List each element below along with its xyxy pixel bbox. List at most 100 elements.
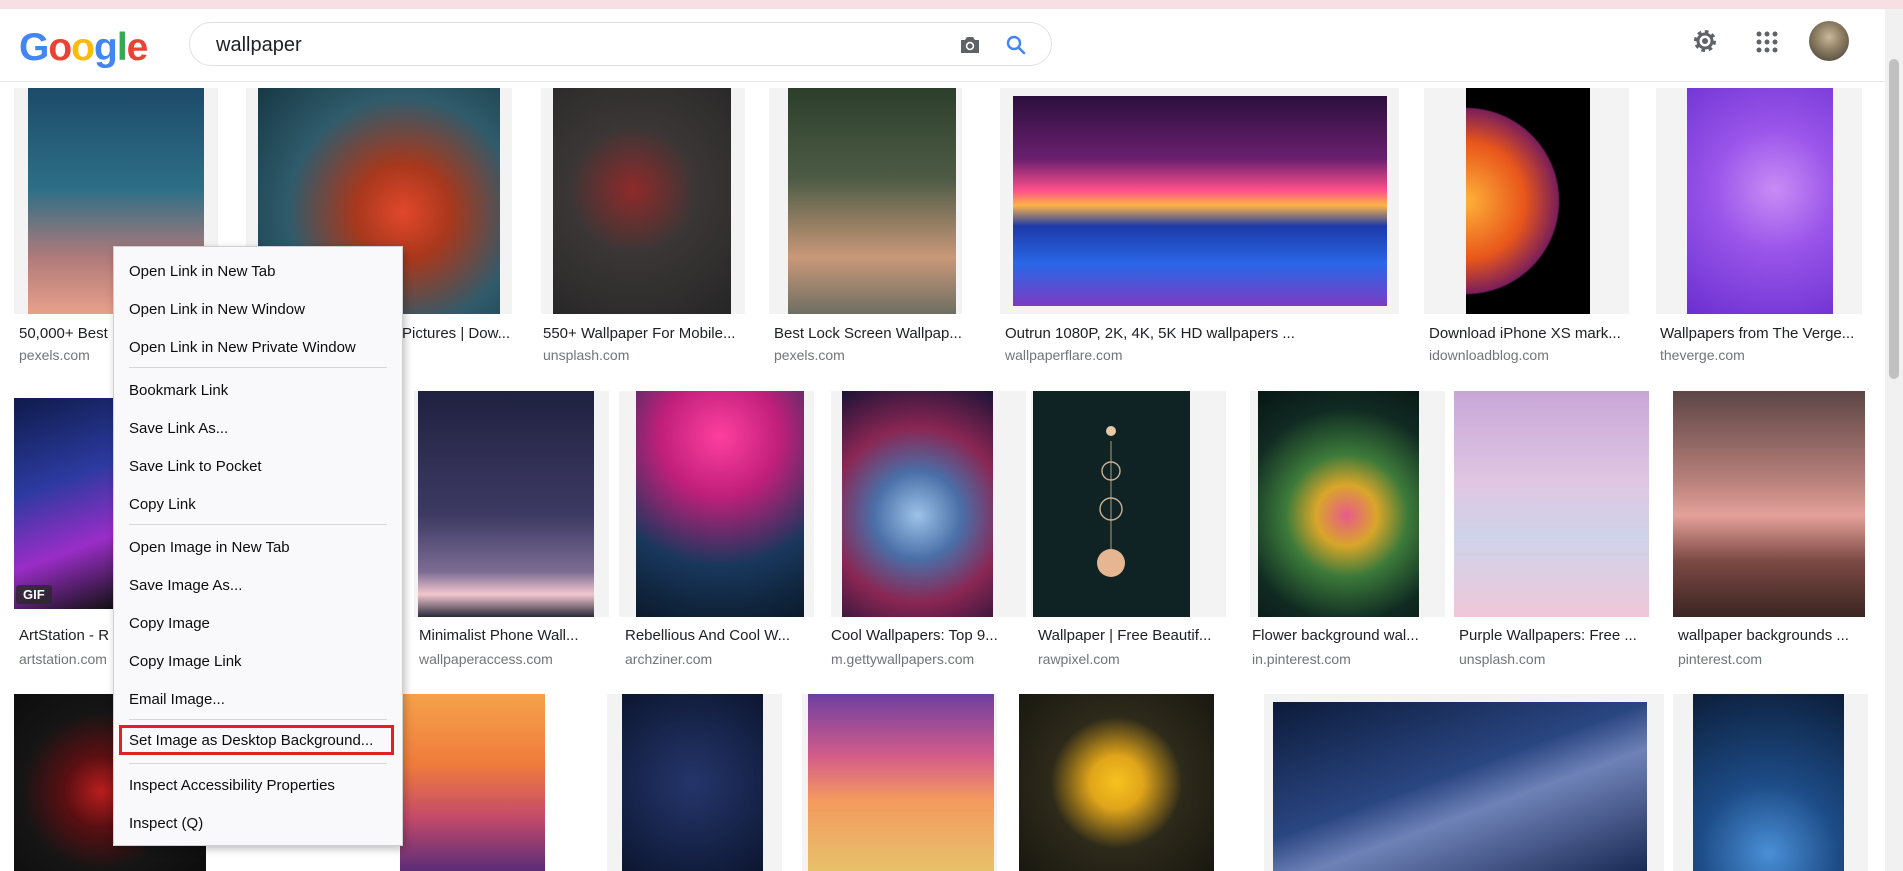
- image-result[interactable]: [1424, 88, 1629, 314]
- menu-email-image[interactable]: Email Image...: [129, 690, 225, 710]
- result-source[interactable]: rawpixel.com: [1038, 651, 1120, 667]
- logo-letter: G: [19, 26, 49, 69]
- result-thumbnail[interactable]: [842, 391, 993, 617]
- result-source[interactable]: wallpaperflare.com: [1005, 347, 1123, 363]
- image-result[interactable]: [802, 694, 997, 871]
- result-caption[interactable]: Download iPhone XS mark...: [1429, 325, 1649, 342]
- apps-grid-icon[interactable]: [1756, 31, 1778, 53]
- result-caption[interactable]: Rebellious And Cool W...: [625, 627, 820, 644]
- image-result[interactable]: [831, 391, 1026, 617]
- menu-separator: [129, 524, 387, 525]
- result-thumbnail[interactable]: [553, 88, 731, 314]
- result-source[interactable]: theverge.com: [1660, 347, 1745, 363]
- result-caption[interactable]: ArtStation - R: [19, 627, 114, 644]
- result-source[interactable]: pinterest.com: [1678, 651, 1762, 667]
- result-thumbnail[interactable]: [1013, 96, 1387, 306]
- image-result[interactable]: [1454, 391, 1649, 617]
- result-thumbnail[interactable]: [788, 88, 956, 314]
- menu-copy-image[interactable]: Copy Image: [129, 614, 210, 634]
- result-caption[interactable]: Pictures | Dow...: [402, 325, 512, 342]
- result-source[interactable]: archziner.com: [625, 651, 712, 667]
- result-thumbnail[interactable]: [808, 694, 994, 871]
- menu-open-image-new-tab[interactable]: Open Image in New Tab: [129, 538, 290, 558]
- image-result[interactable]: [1264, 694, 1664, 871]
- result-thumbnail[interactable]: [622, 694, 763, 871]
- image-result[interactable]: [1673, 391, 1865, 617]
- search-header: Google: [0, 9, 1885, 82]
- result-caption[interactable]: 50,000+ Best: [19, 325, 109, 342]
- result-source[interactable]: unsplash.com: [1459, 651, 1545, 667]
- search-input[interactable]: [214, 31, 918, 59]
- result-source[interactable]: in.pinterest.com: [1252, 651, 1351, 667]
- image-result[interactable]: [619, 391, 814, 617]
- result-caption[interactable]: Flower background wal...: [1252, 627, 1447, 644]
- result-thumbnail[interactable]: [400, 694, 545, 871]
- result-thumbnail[interactable]: [1693, 694, 1844, 871]
- search-icon[interactable]: [1005, 34, 1027, 56]
- image-result[interactable]: [1673, 694, 1868, 871]
- menu-copy-image-link[interactable]: Copy Image Link: [129, 652, 242, 672]
- context-menu: Open Link in New Tab Open Link in New Wi…: [113, 246, 403, 846]
- result-caption[interactable]: Outrun 1080P, 2K, 4K, 5K HD wallpapers .…: [1005, 325, 1315, 342]
- result-thumbnail[interactable]: [1019, 694, 1214, 871]
- browser-top-strip: [0, 0, 1903, 9]
- moon-phases-art: [1097, 426, 1125, 577]
- menu-save-link-as[interactable]: Save Link As...: [129, 419, 228, 439]
- logo-letter: o: [48, 26, 72, 69]
- image-result[interactable]: [1656, 88, 1862, 314]
- image-result[interactable]: [1250, 391, 1445, 617]
- logo-letter: o: [71, 26, 95, 69]
- result-thumbnail[interactable]: [14, 398, 114, 609]
- menu-bookmark-link[interactable]: Bookmark Link: [129, 381, 228, 401]
- result-caption[interactable]: Minimalist Phone Wall...: [419, 627, 614, 644]
- image-result[interactable]: [400, 694, 545, 871]
- menu-open-link-private-window[interactable]: Open Link in New Private Window: [129, 338, 356, 358]
- result-thumbnail[interactable]: [636, 391, 804, 617]
- image-result[interactable]: [1019, 694, 1214, 871]
- result-thumbnail[interactable]: [1273, 702, 1647, 871]
- result-caption[interactable]: wallpaper backgrounds ...: [1678, 627, 1873, 644]
- camera-icon[interactable]: [958, 35, 982, 55]
- page-scrollbar[interactable]: [1885, 9, 1903, 871]
- result-source[interactable]: artstation.com: [19, 651, 114, 667]
- avatar[interactable]: [1809, 21, 1849, 61]
- image-result[interactable]: [14, 398, 114, 609]
- result-thumbnail[interactable]: [1687, 88, 1833, 314]
- image-result[interactable]: [1031, 391, 1226, 617]
- result-thumbnail[interactable]: [418, 391, 594, 617]
- logo-letter: l: [116, 26, 128, 69]
- image-result[interactable]: [607, 694, 782, 871]
- menu-save-image-as[interactable]: Save Image As...: [129, 576, 242, 596]
- result-thumbnail[interactable]: [1033, 391, 1190, 617]
- gif-badge: GIF: [16, 585, 52, 604]
- result-thumbnail[interactable]: [1466, 88, 1590, 314]
- result-thumbnail[interactable]: [1454, 391, 1649, 617]
- image-result[interactable]: [541, 88, 745, 314]
- result-caption[interactable]: Wallpapers from The Verge...: [1660, 325, 1880, 342]
- image-result[interactable]: [1000, 88, 1399, 314]
- menu-save-link-to-pocket[interactable]: Save Link to Pocket: [129, 457, 262, 477]
- result-caption[interactable]: 550+ Wallpaper For Mobile...: [543, 325, 763, 342]
- menu-inspect-accessibility[interactable]: Inspect Accessibility Properties: [129, 776, 335, 796]
- result-source[interactable]: unsplash.com: [543, 347, 629, 363]
- result-source[interactable]: pexels.com: [774, 347, 845, 363]
- image-result[interactable]: [414, 391, 609, 617]
- menu-inspect[interactable]: Inspect (Q): [129, 814, 203, 834]
- menu-open-link-new-tab[interactable]: Open Link in New Tab: [129, 262, 275, 282]
- scrollbar-thumb[interactable]: [1889, 59, 1899, 379]
- menu-copy-link[interactable]: Copy Link: [129, 495, 196, 515]
- gear-icon[interactable]: [1692, 28, 1718, 54]
- result-caption[interactable]: Best Lock Screen Wallpap...: [774, 325, 994, 342]
- result-thumbnail[interactable]: [1673, 391, 1865, 617]
- result-source[interactable]: m.gettywallpapers.com: [831, 651, 974, 667]
- result-source[interactable]: pexels.com: [19, 347, 90, 363]
- result-caption[interactable]: Cool Wallpapers: Top 9...: [831, 627, 1026, 644]
- result-source[interactable]: wallpaperaccess.com: [419, 651, 553, 667]
- result-caption[interactable]: Purple Wallpapers: Free ...: [1459, 627, 1654, 644]
- image-result[interactable]: [769, 88, 962, 314]
- result-source[interactable]: idownloadblog.com: [1429, 347, 1549, 363]
- result-caption[interactable]: Wallpaper | Free Beautif...: [1038, 627, 1233, 644]
- menu-open-link-new-window[interactable]: Open Link in New Window: [129, 300, 305, 320]
- result-thumbnail[interactable]: [1258, 391, 1419, 617]
- google-logo[interactable]: Google: [19, 26, 148, 70]
